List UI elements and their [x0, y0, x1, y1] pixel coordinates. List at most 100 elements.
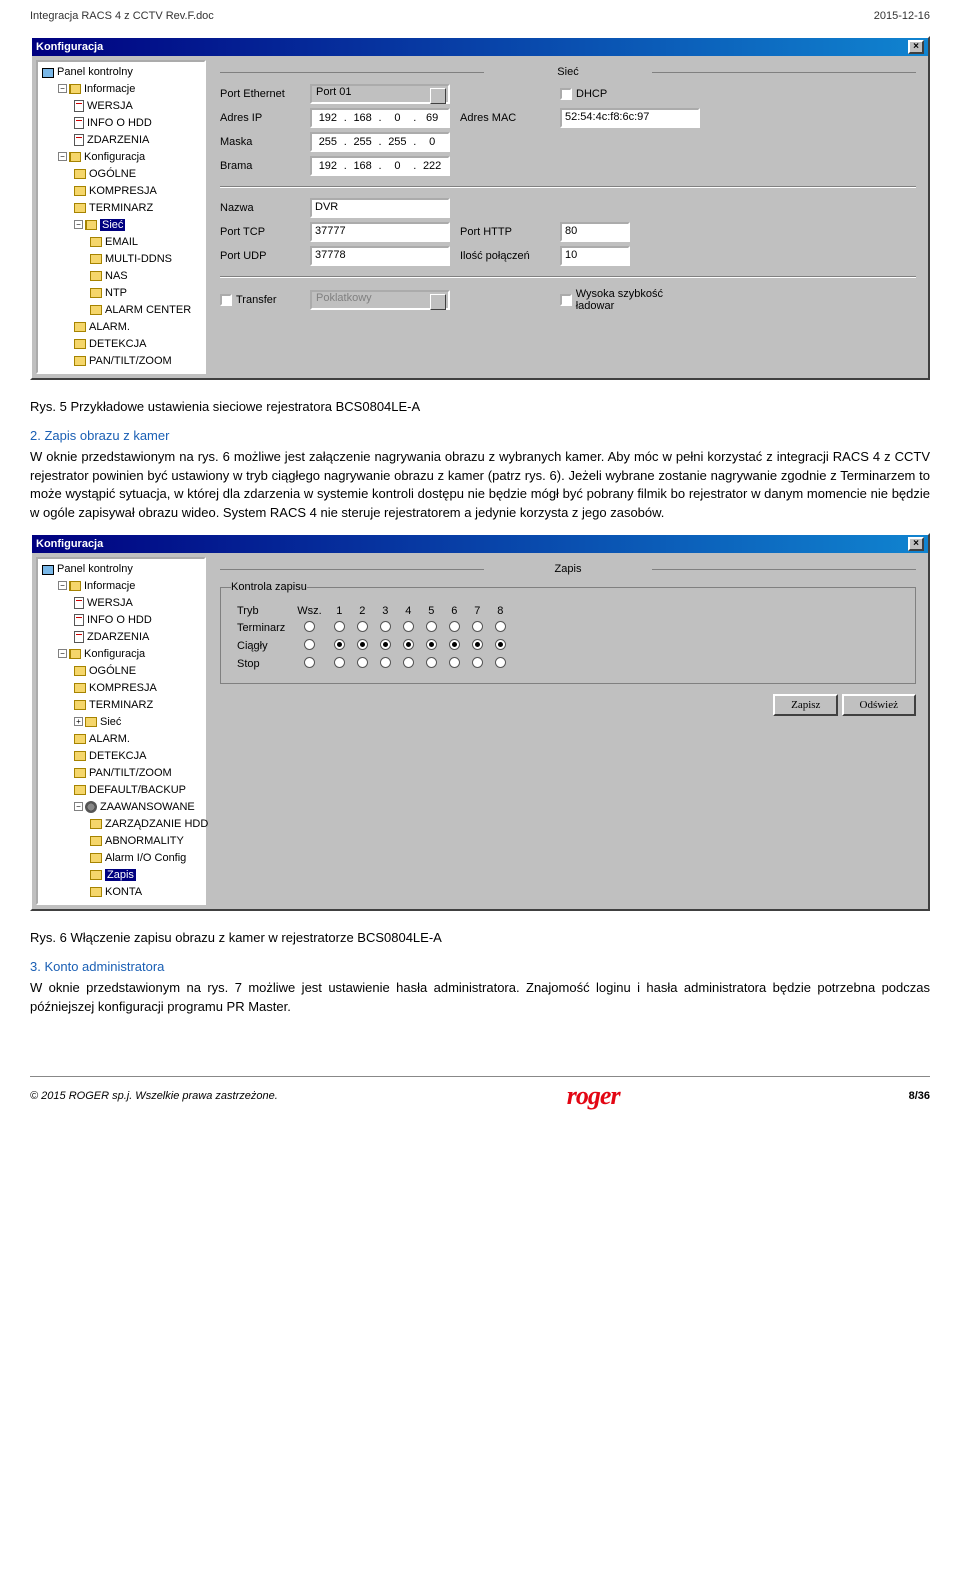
config-tree[interactable]: Panel kontrolny − Informacje WERSJA INFO … — [36, 557, 206, 905]
tree-siec-selected[interactable]: Sieć — [100, 219, 125, 231]
collapse-icon[interactable]: − — [58, 581, 67, 590]
copyright: © 2015 ROGER sp.j. Wszelkie prawa zastrz… — [30, 1090, 278, 1102]
collapse-icon[interactable]: − — [58, 84, 67, 93]
radio[interactable] — [304, 621, 315, 632]
monitor-icon — [42, 565, 54, 575]
tree-konfiguracja[interactable]: Konfiguracja — [84, 151, 145, 163]
tree-item[interactable]: ALARM CENTER — [105, 304, 191, 316]
radio[interactable] — [334, 621, 345, 632]
panel-title: Sieć — [220, 66, 916, 78]
tree-item[interactable]: NAS — [105, 270, 128, 282]
mac-input[interactable]: 52:54:4c:f8:6c:97 — [560, 108, 700, 128]
radio[interactable] — [304, 639, 315, 650]
radio[interactable] — [304, 657, 315, 668]
tree-zapis-selected[interactable]: Zapis — [105, 869, 136, 881]
mask-input[interactable]: 255.255.255.0 — [310, 132, 450, 152]
tree-root[interactable]: Panel kontrolny — [57, 66, 133, 78]
tree-item[interactable]: INFO O HDD — [87, 614, 152, 626]
tree-item[interactable]: ZDARZENIA — [87, 134, 149, 146]
transfer-checkbox[interactable]: Transfer — [220, 294, 300, 306]
expand-icon[interactable]: + — [74, 717, 83, 726]
folder-icon — [74, 339, 86, 349]
radio[interactable] — [449, 621, 460, 632]
radio-selected[interactable] — [357, 639, 368, 650]
radio[interactable] — [426, 621, 437, 632]
tree-item[interactable]: Sieć — [100, 716, 121, 728]
radio-selected[interactable] — [449, 639, 460, 650]
figure-caption-6: Rys. 6 Włączenie zapisu obrazu z kamer w… — [30, 929, 930, 948]
radio[interactable] — [380, 657, 391, 668]
radio-selected[interactable] — [495, 639, 506, 650]
refresh-button[interactable]: Odśwież — [842, 694, 917, 716]
tree-item[interactable]: PAN/TILT/ZOOM — [89, 355, 172, 367]
config-tree[interactable]: Panel kontrolny − Informacje WERSJA INFO … — [36, 60, 206, 374]
radio[interactable] — [334, 657, 345, 668]
collapse-icon[interactable]: − — [58, 649, 67, 658]
http-input[interactable]: 80 — [560, 222, 630, 242]
radio[interactable] — [449, 657, 460, 668]
name-input[interactable]: DVR — [310, 198, 450, 218]
radio[interactable] — [403, 657, 414, 668]
tree-item[interactable]: KOMPRESJA — [89, 185, 157, 197]
col-header: 1 — [328, 603, 351, 619]
tree-item[interactable]: ALARM. — [89, 733, 130, 745]
close-icon[interactable]: × — [908, 537, 924, 551]
tree-item[interactable]: WERSJA — [87, 597, 133, 609]
tree-konfiguracja[interactable]: Konfiguracja — [84, 648, 145, 660]
tree-item[interactable]: EMAIL — [105, 236, 138, 248]
conn-input[interactable]: 10 — [560, 246, 630, 266]
collapse-icon[interactable]: − — [74, 220, 83, 229]
tree-item[interactable]: KONTA — [105, 886, 142, 898]
radio-selected[interactable] — [426, 639, 437, 650]
tree-item[interactable]: MULTI-DDNS — [105, 253, 172, 265]
dhcp-checkbox[interactable]: DHCP — [560, 88, 700, 100]
tree-item[interactable]: TERMINARZ — [89, 699, 153, 711]
tree-item[interactable]: DEFAULT/BACKUP — [89, 784, 186, 796]
tree-informacje[interactable]: Informacje — [84, 83, 135, 95]
radio-selected[interactable] — [380, 639, 391, 650]
radio[interactable] — [357, 657, 368, 668]
radio-selected[interactable] — [403, 639, 414, 650]
radio[interactable] — [403, 621, 414, 632]
gateway-input[interactable]: 192.168.0.222 — [310, 156, 450, 176]
tree-item[interactable]: DETEKCJA — [89, 338, 146, 350]
tree-item[interactable]: NTP — [105, 287, 127, 299]
udp-input[interactable]: 37778 — [310, 246, 450, 266]
radio[interactable] — [357, 621, 368, 632]
tree-item[interactable]: ZARZĄDZANIE HDD — [105, 818, 208, 830]
tree-item[interactable]: Alarm I/O Config — [105, 852, 186, 864]
radio[interactable] — [495, 621, 506, 632]
hispeed-checkbox[interactable]: Wysoka szybkość ładowar — [560, 288, 700, 312]
radio[interactable] — [426, 657, 437, 668]
tree-item[interactable]: PAN/TILT/ZOOM — [89, 767, 172, 779]
folder-icon — [74, 322, 86, 332]
tcp-input[interactable]: 37777 — [310, 222, 450, 242]
folder-icon — [90, 271, 102, 281]
tree-item[interactable]: INFO O HDD — [87, 117, 152, 129]
close-icon[interactable]: × — [908, 40, 924, 54]
tree-item[interactable]: OGÓLNE — [89, 665, 136, 677]
radio[interactable] — [472, 657, 483, 668]
radio[interactable] — [380, 621, 391, 632]
radio[interactable] — [472, 621, 483, 632]
collapse-icon[interactable]: − — [58, 152, 67, 161]
radio[interactable] — [495, 657, 506, 668]
tree-root[interactable]: Panel kontrolny — [57, 563, 133, 575]
tree-item[interactable]: ABNORMALITY — [105, 835, 184, 847]
tree-informacje[interactable]: Informacje — [84, 580, 135, 592]
tree-item[interactable]: DETEKCJA — [89, 750, 146, 762]
tree-item[interactable]: WERSJA — [87, 100, 133, 112]
ip-input[interactable]: 192.168.0.69 — [310, 108, 450, 128]
folder-icon — [69, 152, 81, 162]
tree-item[interactable]: TERMINARZ — [89, 202, 153, 214]
tree-item[interactable]: KOMPRESJA — [89, 682, 157, 694]
port-ethernet-select[interactable]: Port 01 — [310, 84, 450, 104]
tree-item[interactable]: OGÓLNE — [89, 168, 136, 180]
radio-selected[interactable] — [472, 639, 483, 650]
tree-item[interactable]: ZDARZENIA — [87, 631, 149, 643]
radio-selected[interactable] — [334, 639, 345, 650]
collapse-icon[interactable]: − — [74, 802, 83, 811]
tree-zaawansowane[interactable]: ZAAWANSOWANE — [100, 801, 195, 813]
save-button[interactable]: Zapisz — [773, 694, 838, 716]
tree-item[interactable]: ALARM. — [89, 321, 130, 333]
